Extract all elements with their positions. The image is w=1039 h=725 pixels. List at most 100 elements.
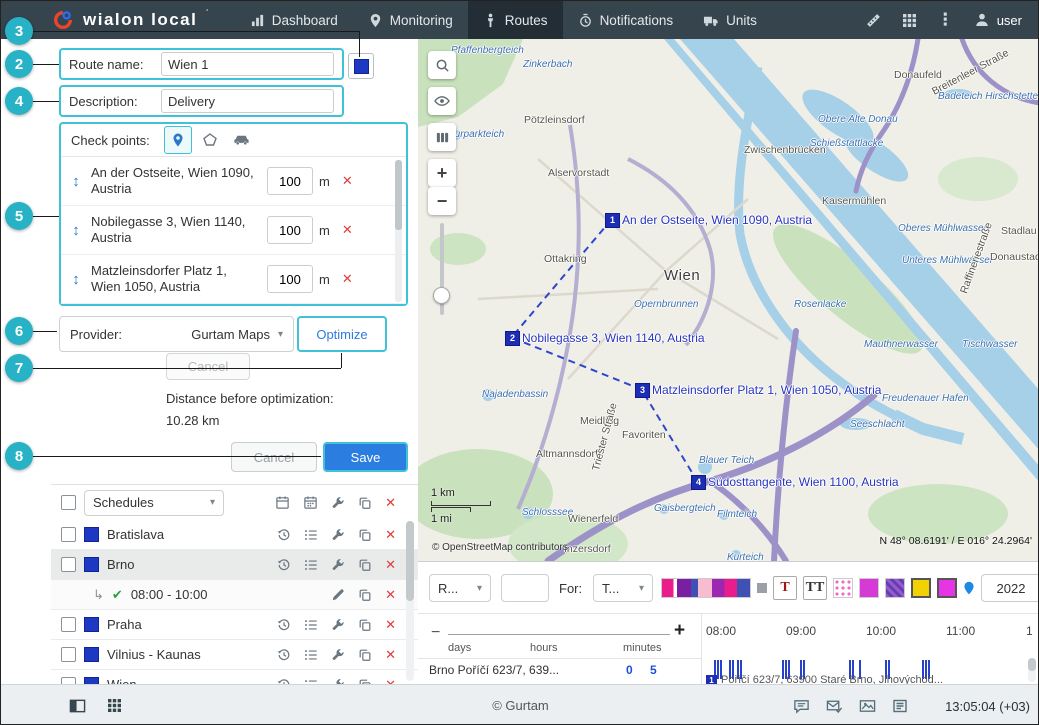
- optimize-button[interactable]: Optimize: [297, 316, 387, 352]
- drag-handle-icon[interactable]: ↕: [61, 173, 91, 190]
- delete-route-button[interactable]: ✕: [385, 677, 396, 685]
- row-checkbox[interactable]: [61, 617, 76, 632]
- photos-icon[interactable]: [859, 698, 876, 714]
- zoom-in-button[interactable]: +: [428, 159, 456, 187]
- legend-swatch[interactable]: [885, 578, 905, 598]
- nav-tab-monitoring[interactable]: Monitoring: [353, 1, 468, 39]
- type-select[interactable]: T... ▾: [593, 574, 653, 602]
- copy-icon[interactable]: [358, 588, 372, 602]
- copy-icon[interactable]: [358, 496, 372, 510]
- wialon-logo[interactable]: wialon local ˊ: [51, 8, 209, 32]
- properties-icon[interactable]: [331, 558, 345, 572]
- map-visibility-button[interactable]: [428, 87, 456, 115]
- year-selector[interactable]: 2022: [981, 574, 1039, 602]
- route-select[interactable]: R... ▾: [429, 574, 491, 602]
- properties-icon[interactable]: [331, 528, 345, 542]
- panel-scrollbar[interactable]: [406, 521, 414, 681]
- history-icon[interactable]: [277, 558, 291, 572]
- timeline-unit-label[interactable]: Brno Poříčí 623/7, 639...: [429, 663, 619, 677]
- select-all-checkbox[interactable]: [61, 495, 76, 510]
- delete-route-button[interactable]: ✕: [385, 647, 396, 663]
- map-marker[interactable]: 2: [505, 331, 520, 346]
- timeline-scrollbar[interactable]: [1028, 658, 1036, 682]
- properties-icon[interactable]: [331, 678, 345, 685]
- legend-swatch[interactable]: [833, 578, 853, 598]
- zoom-minutes-label[interactable]: minutes: [623, 642, 662, 654]
- history-icon[interactable]: [277, 648, 291, 662]
- list-icon[interactable]: [304, 528, 318, 542]
- schedule-route-row[interactable]: Praha✕: [51, 610, 418, 640]
- calendar-grid-icon[interactable]: [303, 495, 318, 510]
- properties-icon[interactable]: [331, 648, 345, 662]
- address-pin-button[interactable]: [164, 126, 192, 154]
- tools-ruler-icon[interactable]: [865, 12, 882, 29]
- timeline-zoom-out[interactable]: −: [431, 624, 440, 642]
- geofence-pin-icon[interactable]: [963, 581, 975, 595]
- zoom-out-button[interactable]: −: [428, 187, 456, 215]
- delete-route-button[interactable]: ✕: [385, 617, 396, 633]
- intervals-preview-swatch[interactable]: [661, 578, 751, 598]
- cancel-button[interactable]: Cancel: [231, 442, 317, 472]
- copy-icon[interactable]: [358, 678, 372, 685]
- save-button[interactable]: Save: [323, 442, 408, 472]
- copy-icon[interactable]: [358, 528, 372, 542]
- drag-handle-icon[interactable]: ↕: [61, 271, 91, 288]
- map-marker[interactable]: 1: [605, 213, 620, 228]
- route-color-picker[interactable]: [348, 53, 374, 79]
- schedule-route-row[interactable]: Bratislava✕: [51, 520, 418, 550]
- row-checkbox[interactable]: [61, 527, 76, 542]
- legend-swatch[interactable]: [859, 578, 879, 598]
- news-icon[interactable]: [892, 698, 908, 714]
- unit-car-button[interactable]: [228, 126, 256, 154]
- schedule-route-row[interactable]: Wien✕: [51, 670, 418, 684]
- user-menu[interactable]: user: [974, 12, 1022, 28]
- checkpoint-radius-input[interactable]: [267, 265, 313, 293]
- apps-grid-icon[interactable]: [902, 13, 917, 28]
- map-marker[interactable]: 3: [635, 383, 650, 398]
- legend-swatch-selected[interactable]: [911, 578, 931, 598]
- history-icon[interactable]: [277, 618, 291, 632]
- properties-icon[interactable]: [331, 618, 345, 632]
- copy-icon[interactable]: [358, 558, 372, 572]
- checkpoint-radius-input[interactable]: [267, 167, 313, 195]
- nav-tab-dashboard[interactable]: Dashboard: [235, 1, 353, 39]
- nav-tab-notifications[interactable]: Notifications: [563, 1, 689, 39]
- provider-select[interactable]: Gurtam Maps ▾: [191, 327, 283, 342]
- legend-swatch[interactable]: [757, 583, 767, 593]
- checkpoints-scrollbar[interactable]: [395, 160, 402, 302]
- schedule-entry-row[interactable]: ↳✔08:00 - 10:00✕: [51, 580, 418, 610]
- delete-route-button[interactable]: ✕: [385, 527, 396, 543]
- list-icon[interactable]: [304, 558, 318, 572]
- map-attribution[interactable]: © OpenStreetMap contributors: [432, 542, 568, 553]
- more-menu-icon[interactable]: ⋮: [937, 10, 954, 30]
- checkpoint-radius-input[interactable]: [267, 216, 313, 244]
- nav-tab-units[interactable]: Units: [688, 1, 772, 39]
- list-icon[interactable]: [304, 618, 318, 632]
- map-marker[interactable]: 4: [691, 475, 706, 490]
- row-checkbox[interactable]: [61, 647, 76, 662]
- delete-schedule-button[interactable]: ✕: [385, 587, 396, 603]
- messages-icon[interactable]: [793, 698, 810, 714]
- delete-checkpoint-button[interactable]: ✕: [342, 173, 353, 189]
- copy-icon[interactable]: [358, 618, 372, 632]
- schedules-dropdown[interactable]: Schedules ▾: [84, 490, 224, 516]
- schedule-route-row[interactable]: Vilnius - Kaunas✕: [51, 640, 418, 670]
- zoom-hours-label[interactable]: hours: [530, 642, 558, 654]
- map[interactable]: + − 1 km 1 mi © OpenStreetMap contributo…: [418, 39, 1039, 561]
- timeline-zoom-slider[interactable]: [448, 634, 670, 635]
- delete-icon[interactable]: ✕: [385, 495, 396, 511]
- delete-checkpoint-button[interactable]: ✕: [342, 222, 353, 238]
- list-icon[interactable]: [304, 648, 318, 662]
- map-layers-button[interactable]: [428, 123, 456, 151]
- delete-checkpoint-button[interactable]: ✕: [342, 271, 353, 287]
- history-icon[interactable]: [277, 678, 291, 685]
- list-icon[interactable]: [304, 678, 318, 685]
- text-size-button[interactable]: T: [773, 576, 797, 600]
- schedule-route-row[interactable]: Brno✕: [51, 550, 418, 580]
- cancel-optimization-button[interactable]: Cancel: [166, 353, 250, 380]
- zoom-slider-handle[interactable]: [433, 287, 450, 304]
- edit-icon[interactable]: [331, 588, 345, 602]
- text-size-button[interactable]: TT: [803, 576, 827, 600]
- timeline-zoom-in[interactable]: +: [674, 620, 685, 642]
- geofence-polygon-button[interactable]: [196, 126, 224, 154]
